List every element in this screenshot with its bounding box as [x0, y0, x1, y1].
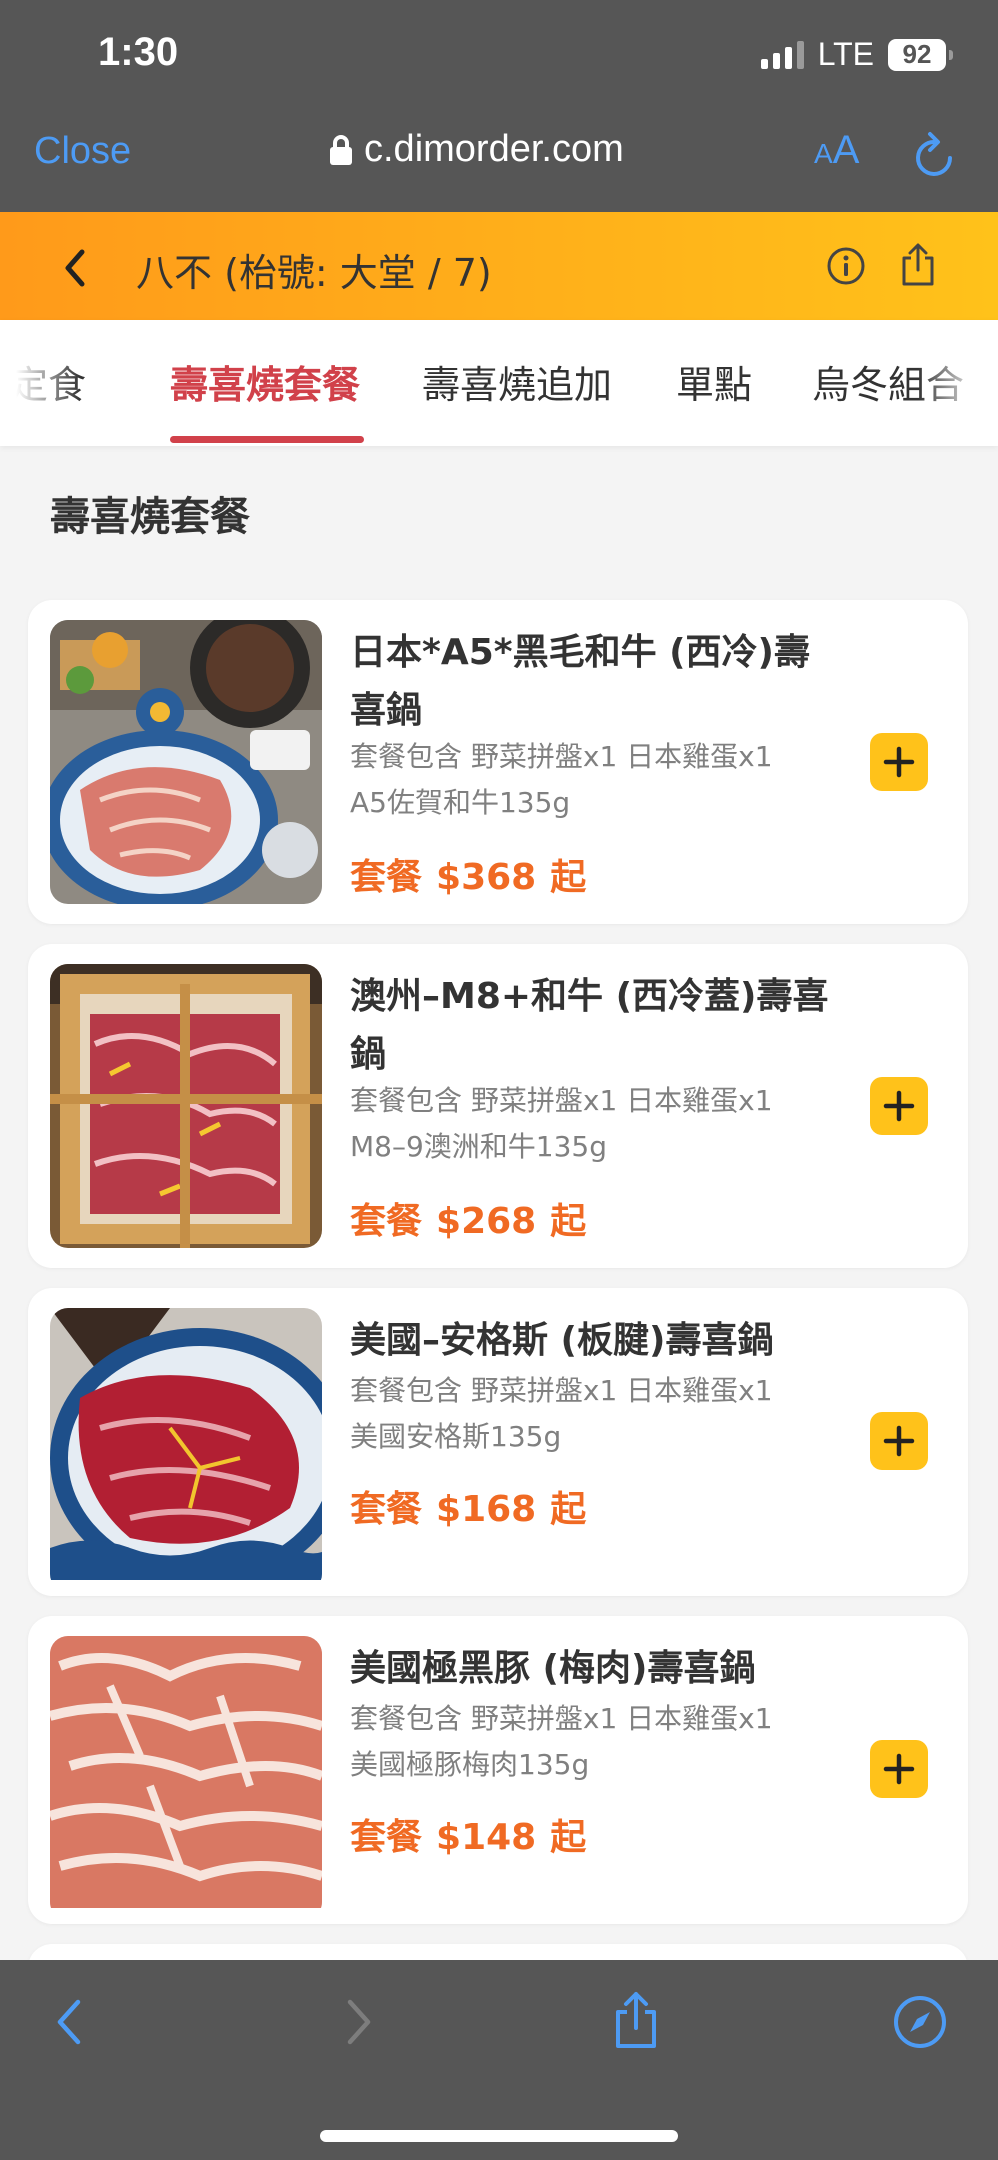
tabs-fade-right	[918, 320, 998, 446]
category-tabs: 定食 壽喜燒套餐 壽喜燒追加 單點 烏冬組合	[0, 320, 998, 446]
price-value: $168	[436, 1489, 537, 1530]
forward-chevron-icon[interactable]	[338, 1996, 378, 2052]
menu-item-card[interactable]: 日本*A5*黑毛和牛 (西冷)壽喜鍋 套餐包含 野菜拼盤x1 日本雞蛋x1 A5…	[28, 600, 968, 924]
section-title: 壽喜燒套餐	[50, 494, 250, 540]
close-button[interactable]: Close	[34, 130, 131, 173]
item-description-line1: 套餐包含 野菜拼盤x1 日本雞蛋x1	[350, 1374, 773, 1407]
item-name: 日本*A5*黑毛和牛 (西冷)壽喜鍋	[350, 632, 811, 731]
plus-icon	[883, 746, 915, 778]
item-name: 澳州–M8+和牛 (西冷蓋)壽喜鍋	[350, 976, 829, 1075]
browser-toolbar	[0, 1960, 998, 2160]
compass-icon[interactable]	[892, 1994, 948, 2054]
food-photo	[50, 1308, 322, 1592]
text-size-button[interactable]: AA	[814, 128, 859, 173]
item-name: 美國–安格斯 (板腱)壽喜鍋	[350, 1320, 774, 1361]
tab-sukiyaki-set[interactable]: 壽喜燒套餐	[170, 354, 360, 409]
status-indicators: LTE 92	[760, 36, 953, 73]
item-price: 套餐 $148 起	[350, 1808, 600, 1860]
item-price: 套餐 $168 起	[350, 1480, 600, 1532]
lock-icon	[330, 134, 352, 165]
food-photo	[50, 620, 322, 904]
item-description-line1: 套餐包含 野菜拼盤x1 日本雞蛋x1	[350, 1084, 773, 1117]
browser-bar: Close c.dimorder.com AA	[0, 110, 998, 212]
signal-icon	[760, 40, 804, 69]
active-tab-indicator	[170, 436, 364, 443]
add-to-cart-button[interactable]	[870, 1412, 928, 1470]
item-description-line2: 美國安格斯135g	[350, 1420, 562, 1453]
add-to-cart-button[interactable]	[870, 733, 928, 791]
back-chevron-icon[interactable]	[60, 248, 90, 292]
item-description-line2: M8–9澳洲和牛135g	[350, 1130, 608, 1163]
back-chevron-icon[interactable]	[50, 1996, 90, 2052]
plus-icon	[883, 1090, 915, 1122]
price-prefix: 套餐	[350, 1201, 423, 1242]
price-value: $148	[436, 1817, 537, 1858]
info-icon[interactable]	[826, 246, 866, 290]
price-suffix: 起	[550, 1489, 587, 1530]
home-indicator	[320, 2130, 678, 2142]
plus-icon	[883, 1425, 915, 1457]
item-description-line2: 美國極豚梅肉135g	[350, 1748, 590, 1781]
item-description-line2: A5佐賀和牛135g	[350, 786, 571, 819]
price-suffix: 起	[550, 1817, 587, 1858]
battery-icon: 92	[888, 38, 953, 71]
add-to-cart-button[interactable]	[870, 1077, 928, 1135]
text-size-large: A	[832, 128, 860, 172]
url-field[interactable]: c.dimorder.com	[330, 128, 624, 171]
reload-icon[interactable]	[912, 130, 958, 184]
price-suffix: 起	[550, 1201, 587, 1242]
restaurant-header: 八不 (枱號: 大堂 / 7)	[0, 212, 998, 320]
food-photo	[50, 964, 322, 1248]
tabs-fade-left	[0, 320, 80, 446]
price-value: $368	[436, 857, 537, 898]
status-bar: 1:30 LTE 92	[0, 0, 998, 110]
menu-item-card[interactable]: 美國–安格斯 (板腱)壽喜鍋 套餐包含 野菜拼盤x1 日本雞蛋x1 美國安格斯1…	[28, 1288, 968, 1596]
price-prefix: 套餐	[350, 1817, 423, 1858]
share-icon[interactable]	[898, 242, 938, 292]
item-price: 套餐 $368 起	[350, 848, 600, 900]
menu-item-card[interactable]: 澳州–M8+和牛 (西冷蓋)壽喜鍋 套餐包含 野菜拼盤x1 日本雞蛋x1 M8–…	[28, 944, 968, 1268]
text-size-small: A	[814, 138, 833, 169]
url-text: c.dimorder.com	[364, 128, 624, 170]
food-photo	[50, 1636, 322, 1920]
page-title: 八不 (枱號: 大堂 / 7)	[136, 251, 492, 295]
item-description-line1: 套餐包含 野菜拼盤x1 日本雞蛋x1	[350, 1702, 773, 1735]
status-time: 1:30	[98, 30, 179, 74]
price-prefix: 套餐	[350, 1489, 423, 1530]
add-to-cart-button[interactable]	[870, 1740, 928, 1798]
share-icon[interactable]	[610, 1990, 662, 2054]
tab-a-la-carte[interactable]: 單點	[676, 354, 752, 409]
price-value: $268	[436, 1201, 537, 1242]
item-description-line1: 套餐包含 野菜拼盤x1 日本雞蛋x1	[350, 740, 773, 773]
item-price: 套餐 $268 起	[350, 1192, 600, 1244]
plus-icon	[883, 1753, 915, 1785]
menu-item-card[interactable]: 美國極黑豚 (梅肉)壽喜鍋 套餐包含 野菜拼盤x1 日本雞蛋x1 美國極豚梅肉1…	[28, 1616, 968, 1924]
price-prefix: 套餐	[350, 857, 423, 898]
price-suffix: 起	[550, 857, 587, 898]
tab-sukiyaki-addon[interactable]: 壽喜燒追加	[422, 354, 612, 409]
item-name: 美國極黑豚 (梅肉)壽喜鍋	[350, 1648, 756, 1689]
network-type: LTE	[817, 36, 874, 72]
